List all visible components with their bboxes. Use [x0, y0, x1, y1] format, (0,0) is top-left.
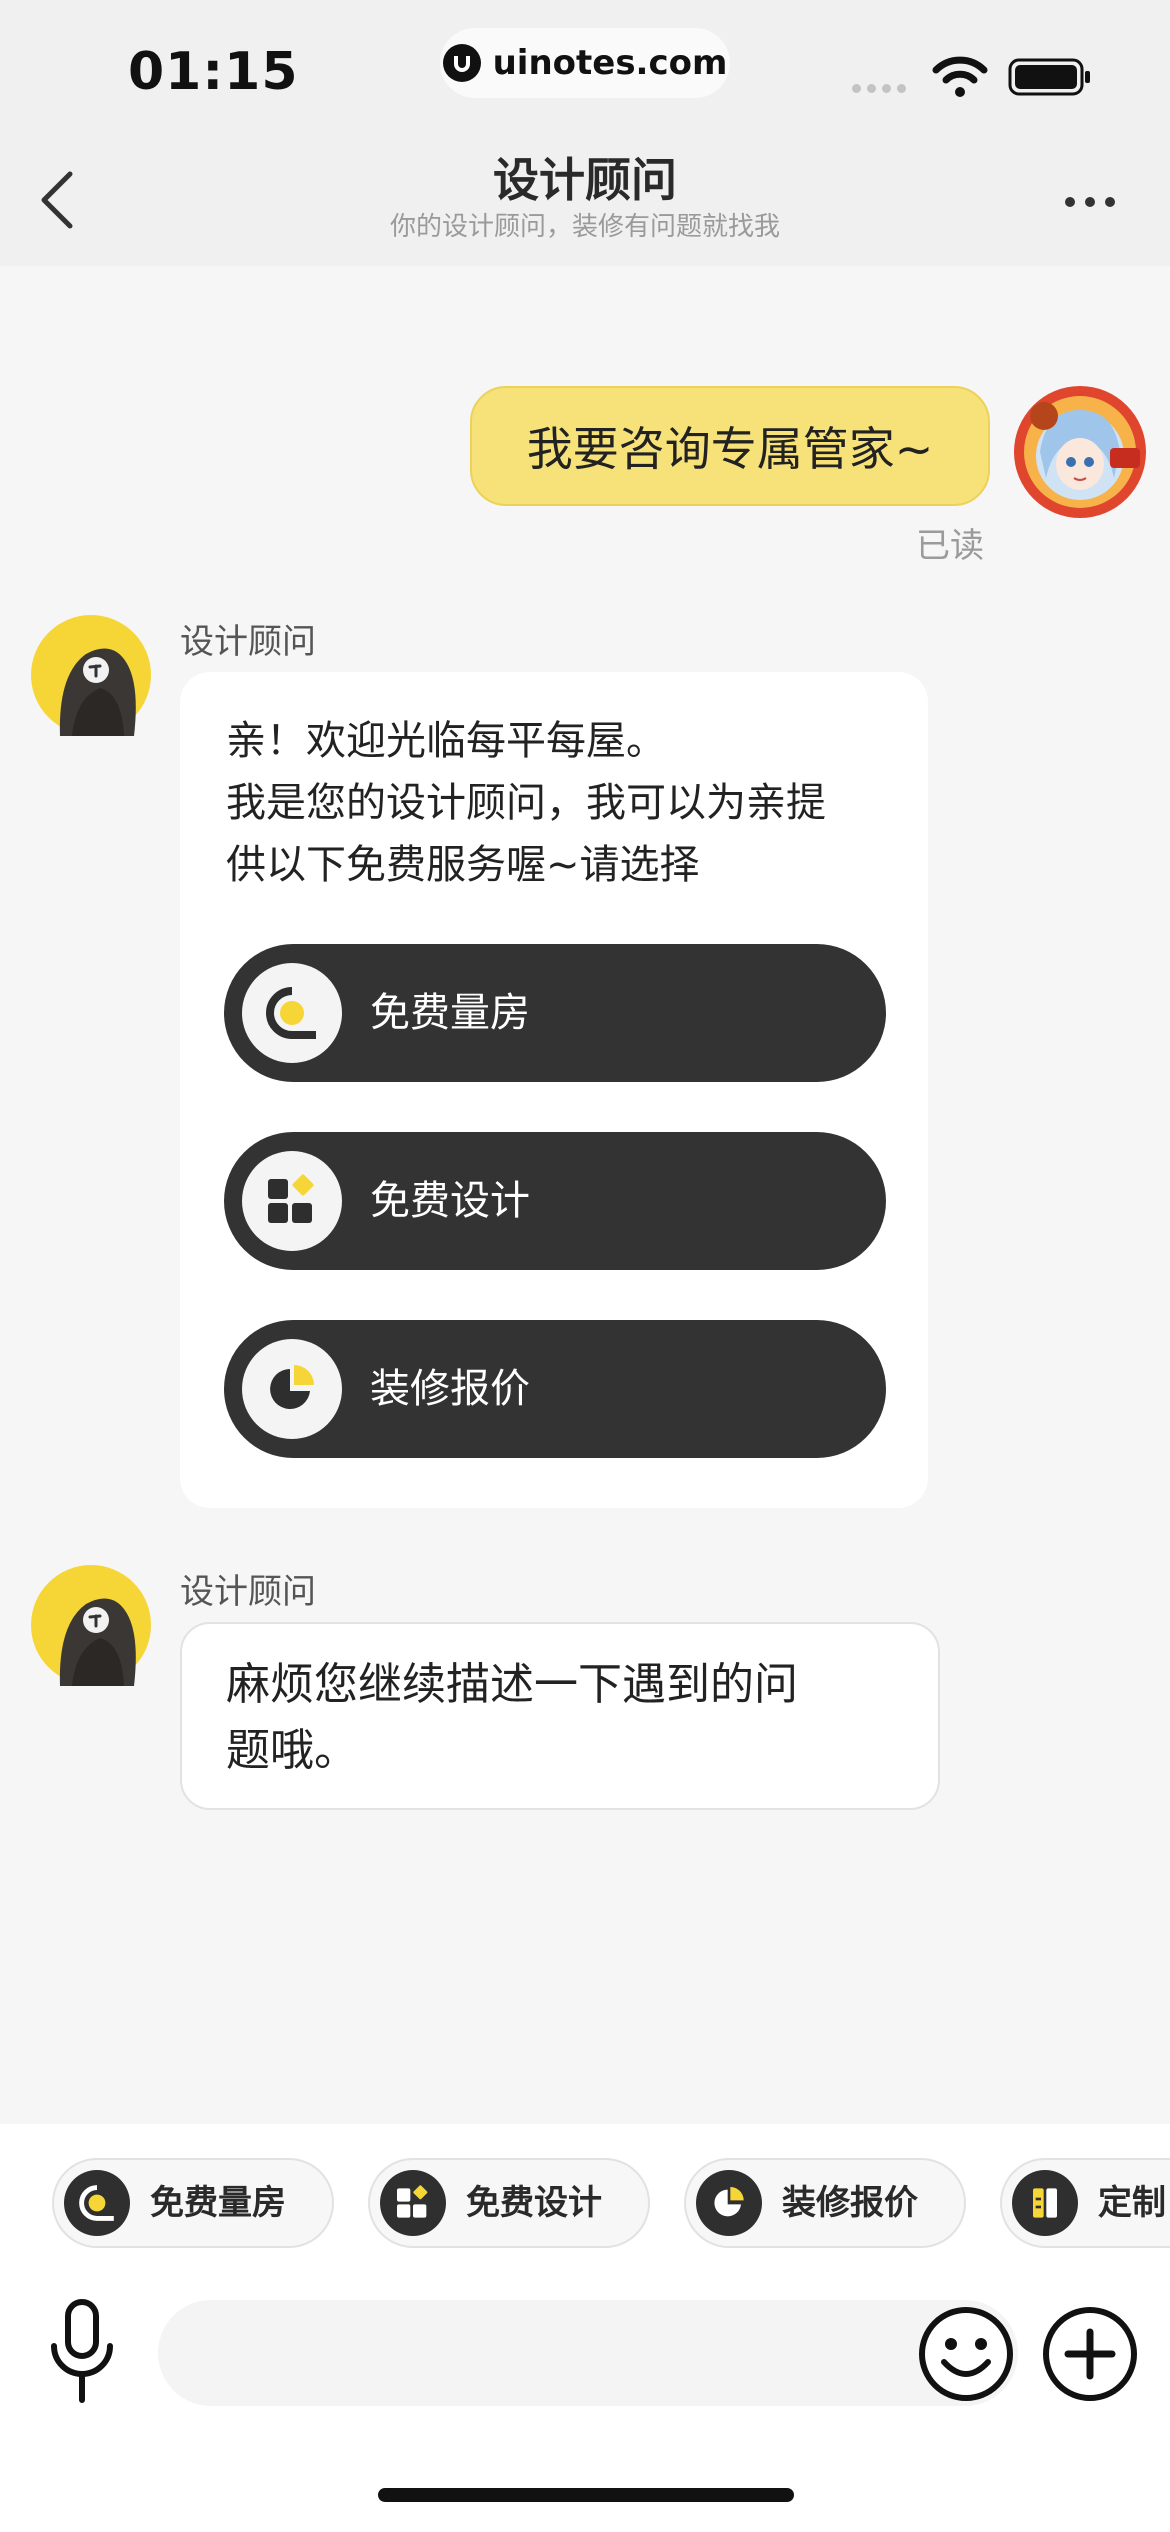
quick-reply-quote[interactable]: 装修报价 [684, 2158, 966, 2248]
free-design-button[interactable]: 免费设计 [224, 1132, 886, 1270]
home-indicator[interactable] [378, 2488, 794, 2502]
bottom-panel: 免费量房 免费设计 装修报价 定制 [0, 2124, 1170, 2532]
service-options-card: 亲！欢迎光临每平每屋。 我是您的设计顾问，我可以为亲提 供以下免费服务喔~请选择… [180, 672, 928, 1508]
user-message-text: 我要咨询专属管家~ [526, 422, 934, 476]
bot-avatar[interactable] [30, 1564, 152, 1686]
battery-icon [1008, 58, 1090, 96]
sender-name: 设计顾问 [180, 622, 316, 662]
option-label: 装修报价 [370, 1366, 530, 1412]
wifi-icon [932, 56, 988, 97]
quick-reply-free-design[interactable]: 免费设计 [368, 2158, 650, 2248]
tape-measure-icon [64, 2170, 130, 2236]
chip-label: 装修报价 [782, 2183, 918, 2223]
bot-avatar[interactable] [30, 614, 152, 736]
sender-name: 设计顾问 [180, 1572, 316, 1612]
quick-reply-row[interactable]: 免费量房 免费设计 装修报价 定制 [0, 2158, 1170, 2250]
pie-chart-icon [242, 1339, 342, 1439]
option-label: 免费设计 [370, 1178, 530, 1224]
tape-measure-icon [242, 963, 342, 1063]
url-text: uinotes.com [492, 43, 728, 83]
microphone-icon[interactable] [44, 2296, 120, 2406]
chip-label: 定制 [1098, 2183, 1166, 2223]
card-line: 亲！欢迎光临每平每屋。 [226, 718, 666, 764]
grid-design-icon [242, 1151, 342, 1251]
message-line: 题哦。 [226, 1725, 358, 1776]
page-subtitle: 你的设计顾问，装修有问题就找我 [389, 212, 780, 242]
custom-furniture-icon [1012, 2170, 1078, 2236]
pie-chart-icon [696, 2170, 762, 2236]
chat-page: 01:15 uinotes.com 设计顾问 你的设计顾问，装修有问题就找我 我… [0, 0, 1170, 2532]
chip-label: 免费设计 [466, 2183, 602, 2223]
cellular-signal-icon [852, 84, 906, 93]
user-avatar[interactable] [1010, 382, 1150, 522]
quick-reply-free-measure[interactable]: 免费量房 [52, 2158, 334, 2248]
quick-reply-custom[interactable]: 定制 [1000, 2158, 1170, 2248]
read-status: 已读 [916, 526, 984, 566]
renovation-quote-button[interactable]: 装修报价 [224, 1320, 886, 1458]
chip-label: 免费量房 [150, 2183, 286, 2223]
url-pill[interactable]: uinotes.com [440, 28, 730, 98]
message-line: 麻烦您继续描述一下遇到的问 [226, 1659, 798, 1710]
card-greeting-text: 亲！欢迎光临每平每屋。 我是您的设计顾问，我可以为亲提 供以下免费服务喔~请选择 [226, 710, 906, 896]
bot-message-bubble: 麻烦您继续描述一下遇到的问 题哦。 [180, 1622, 940, 1810]
plus-icon[interactable] [1040, 2304, 1140, 2404]
free-measure-button[interactable]: 免费量房 [224, 944, 886, 1082]
nav-bar: 设计顾问 你的设计顾问，装修有问题就找我 [0, 140, 1170, 266]
uinotes-logo-icon [442, 44, 481, 82]
more-options-icon[interactable] [1060, 190, 1120, 214]
user-message-bubble: 我要咨询专属管家~ [470, 386, 990, 506]
bot-message-text: 麻烦您继续描述一下遇到的问 题哦。 [226, 1652, 906, 1784]
status-time: 01:15 [128, 42, 299, 102]
option-label: 免费量房 [370, 990, 530, 1036]
message-input[interactable] [158, 2300, 1018, 2406]
page-title: 设计顾问 [493, 153, 677, 207]
grid-design-icon [380, 2170, 446, 2236]
card-line: 我是您的设计顾问，我可以为亲提 [226, 780, 826, 826]
emoji-icon[interactable] [916, 2304, 1016, 2404]
status-bar: 01:15 uinotes.com [0, 0, 1170, 140]
card-line: 供以下免费服务喔~请选择 [226, 842, 700, 888]
